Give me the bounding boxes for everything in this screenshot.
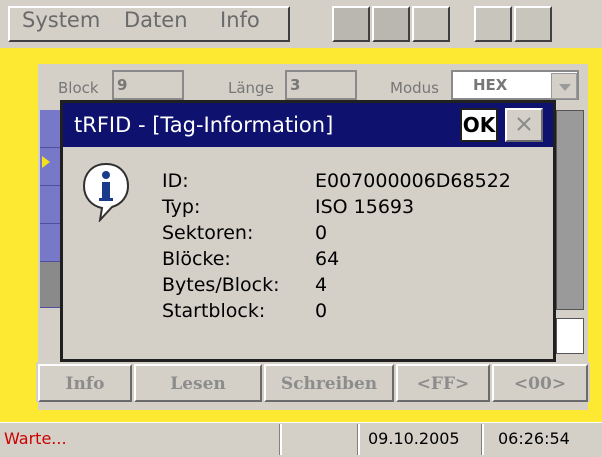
bloecke-value: 64: [315, 248, 340, 270]
id-label: ID:: [162, 170, 189, 192]
zero-button[interactable]: <00>: [492, 364, 588, 402]
bloecke-label: Blöcke:: [162, 248, 231, 270]
chevron-down-icon[interactable]: [551, 73, 577, 99]
info-button[interactable]: Info: [38, 364, 132, 402]
status-message: Warte...: [0, 424, 280, 455]
menu-info[interactable]: Info: [220, 8, 260, 32]
menu-system[interactable]: System: [22, 8, 100, 32]
typ-value: ISO 15693: [315, 196, 415, 218]
close-button[interactable]: [505, 108, 543, 142]
menu-daten[interactable]: Daten: [124, 8, 188, 32]
status-date: 09.10.2005: [360, 424, 482, 455]
status-empty-cell: [282, 424, 358, 455]
close-icon: [517, 117, 531, 131]
length-field[interactable]: 3: [285, 70, 357, 100]
bytes-per-block-label: Bytes/Block:: [162, 274, 280, 296]
dialog-title: tRFID - [Tag-Information]: [74, 113, 334, 137]
bytes-per-block-value: 4: [315, 274, 328, 296]
startblock-label: Startblock:: [162, 300, 266, 322]
sektoren-label: Sektoren:: [162, 222, 254, 244]
length-label: Länge: [228, 79, 274, 97]
toolbar-button-1[interactable]: [332, 6, 370, 42]
lesen-button[interactable]: Lesen: [134, 364, 262, 402]
block-field[interactable]: 9: [112, 70, 184, 100]
toolbar-button-2[interactable]: [372, 6, 410, 42]
toolbar-button-4[interactable]: [474, 6, 512, 42]
ff-button[interactable]: <FF>: [396, 364, 490, 402]
ok-button[interactable]: OK: [460, 108, 498, 142]
block-label: Block: [58, 79, 99, 97]
bottom-field-right[interactable]: [556, 318, 584, 354]
sektoren-value: 0: [315, 222, 328, 244]
current-row-marker-icon: [42, 156, 50, 168]
typ-label: Typ:: [162, 196, 201, 218]
grid-scrollbar[interactable]: [556, 110, 584, 310]
mode-label: Modus: [390, 79, 439, 97]
toolbar-button-3[interactable]: [412, 6, 450, 42]
id-value: E007000006D68522: [315, 170, 511, 192]
startblock-value: 0: [315, 300, 328, 322]
status-time: 06:26:54: [498, 429, 570, 448]
schreiben-button[interactable]: Schreiben: [264, 364, 394, 402]
toolbar-button-5[interactable]: [514, 6, 552, 42]
info-icon: [80, 160, 132, 224]
